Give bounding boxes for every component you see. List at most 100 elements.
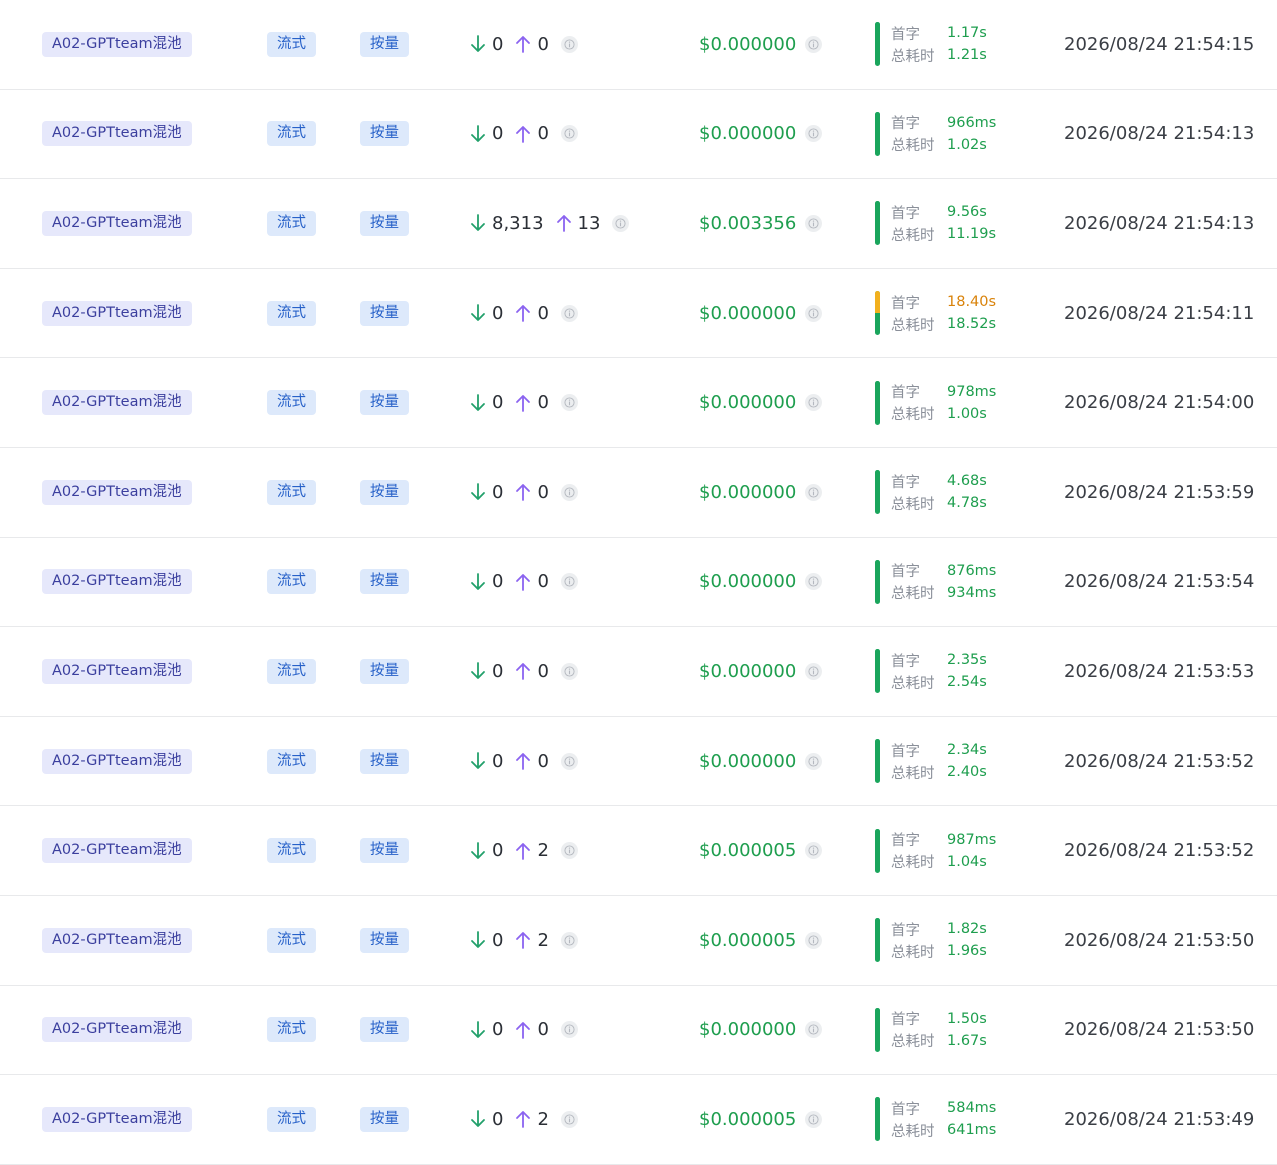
channel-pool-tag[interactable]: A02-GPTteam混池 [42,479,192,505]
tokens-down: 0 [492,1108,504,1130]
cost: $0.000000 [699,661,823,682]
first-token-value: 876ms [947,562,997,579]
channel-pool-tag[interactable]: A02-GPTteam混池 [42,1106,192,1132]
token-usage: 0 2 [470,1109,578,1130]
info-icon[interactable] [805,842,823,860]
timestamp: 2026/08/24 21:54:13 [1064,123,1255,145]
cost-value: $0.000000 [699,302,797,324]
info-icon[interactable] [560,1110,578,1128]
latency-status-bar [875,559,880,604]
token-usage: 0 0 [470,303,578,324]
channel-pool-tag[interactable]: A02-GPTteam混池 [42,121,192,147]
info-icon[interactable] [560,35,578,53]
info-icon[interactable] [560,662,578,680]
channel-pool-tag[interactable]: A02-GPTteam混池 [42,300,192,326]
cost-value: $0.000005 [699,929,797,951]
tokens-up: 0 [537,123,549,145]
info-icon[interactable] [805,573,823,591]
info-icon[interactable] [560,483,578,501]
info-icon[interactable] [805,35,823,53]
channel-pool-tag[interactable]: A02-GPTteam混池 [42,390,192,416]
channel-pool-tag[interactable]: A02-GPTteam混池 [42,927,192,953]
total-time-label: 总耗时 [891,138,935,155]
stream-mode-tag: 流式 [267,927,316,953]
arrow-down-icon [471,1110,485,1128]
cost-value: $0.000000 [699,1019,797,1041]
stream-mode-tag: 流式 [267,479,316,505]
table-row: A02-GPTteam混池 流式 按量 8,313 13 $0.003356 首… [0,179,1277,269]
info-icon[interactable] [805,931,823,949]
stream-mode-tag: 流式 [267,390,316,416]
info-icon[interactable] [805,394,823,412]
info-icon[interactable] [805,304,823,322]
cost: $0.000000 [699,302,823,324]
channel-pool-tag[interactable]: A02-GPTteam混池 [42,748,192,774]
tokens-up: 2 [537,929,549,951]
stream-mode-tag: 流式 [267,569,316,595]
billing-type-tag: 按量 [360,927,409,953]
channel-pool-tag[interactable]: A02-GPTteam混池 [42,658,192,684]
info-icon[interactable] [805,1021,823,1039]
stream-mode-tag: 流式 [267,838,316,864]
first-token-label: 首字 [891,564,920,581]
info-icon[interactable] [560,304,578,322]
latency-status-bar [875,111,880,156]
latency-status-bar [875,22,880,67]
channel-pool-tag[interactable]: A02-GPTteam混池 [42,838,192,864]
latency-status-bar [875,649,880,694]
table-row: A02-GPTteam混池 流式 按量 0 2 $0.000005 [0,1075,1277,1165]
info-icon[interactable] [560,842,578,860]
billing-type-tag: 按量 [360,748,409,774]
channel-pool-tag[interactable]: A02-GPTteam混池 [42,569,192,595]
arrow-down-icon [471,304,485,321]
tokens-up: 0 [537,571,549,593]
info-icon[interactable] [805,125,823,143]
token-usage: 0 2 [470,930,578,951]
first-token-label: 首字 [891,833,920,850]
stream-mode-tag: 流式 [267,1017,316,1043]
token-usage: 0 0 [470,751,578,772]
total-time-label: 总耗时 [891,227,935,244]
first-token-value: 2.34s [947,742,987,759]
stream-mode-tag: 流式 [267,121,316,147]
latency: 首字 4.68s 总耗时 4.78s [874,470,987,515]
arrow-down-icon [471,752,485,769]
total-time-value: 1.67s [947,1032,987,1049]
info-icon[interactable] [560,752,578,770]
info-icon[interactable] [805,1110,823,1128]
arrow-up-icon [516,305,531,322]
latency: 首字 1.17s 总耗时 1.21s [874,22,987,67]
first-token-label: 首字 [891,922,920,939]
cost: $0.000000 [699,482,823,503]
cost-value: $0.000000 [699,571,797,593]
cost: $0.003356 [699,213,823,234]
info-icon[interactable] [560,125,578,143]
info-icon[interactable] [805,752,823,770]
token-usage: 0 0 [470,392,578,413]
info-icon[interactable] [805,214,823,232]
tokens-up: 13 [577,212,601,234]
table-row: A02-GPTteam混池 流式 按量 0 0 $0.000000 [0,90,1277,180]
info-icon[interactable] [805,662,823,680]
first-token-value: 987ms [947,831,997,848]
info-icon[interactable] [612,214,630,232]
info-icon[interactable] [560,1021,578,1039]
latency-status-bar [875,291,880,336]
timestamp: 2026/08/24 21:54:00 [1064,392,1255,414]
info-icon[interactable] [560,931,578,949]
first-token-label: 首字 [891,26,920,43]
latency-status-bar [875,918,880,963]
latency-status-bar [875,1007,880,1052]
tokens-up: 2 [537,840,549,862]
info-icon[interactable] [560,573,578,591]
billing-type-tag: 按量 [360,210,409,236]
tokens-up: 0 [537,1019,549,1041]
total-time-label: 总耗时 [891,48,935,65]
billing-type-tag: 按量 [360,31,409,57]
channel-pool-tag[interactable]: A02-GPTteam混池 [42,1017,192,1043]
channel-pool-tag[interactable]: A02-GPTteam混池 [42,210,192,236]
info-icon[interactable] [805,483,823,501]
channel-pool-tag[interactable]: A02-GPTteam混池 [42,31,192,57]
arrow-down-icon [471,1020,485,1038]
info-icon[interactable] [560,394,578,412]
